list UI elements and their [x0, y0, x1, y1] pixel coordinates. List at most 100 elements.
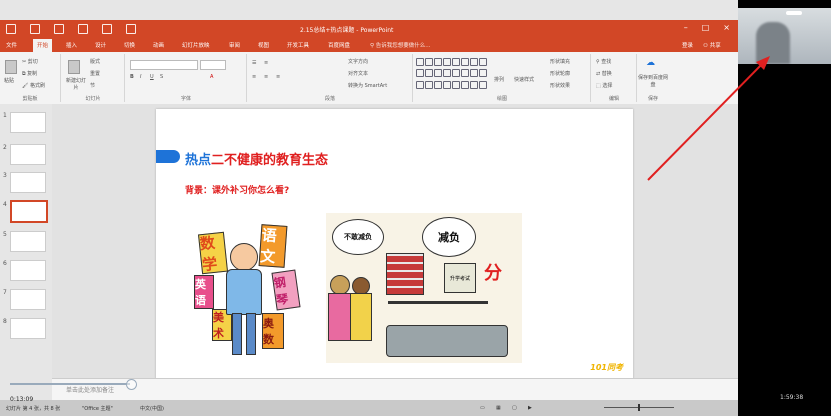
save-baidu-button[interactable]: 保存到百度网盘 [638, 74, 668, 88]
tell-me-search[interactable]: ⚲ 告诉我您想要做什么... [370, 41, 431, 49]
font-size-field[interactable] [200, 60, 226, 70]
group-drawing: 排列 快速样式 形状填充 形状轮廓 形状效果 绘图 [414, 54, 591, 102]
new-slide-label[interactable]: 新建幻灯片 [64, 77, 88, 91]
find-button[interactable]: ⚲ 查找 [596, 58, 611, 65]
slide-thumbnail[interactable] [10, 112, 46, 133]
parent-body [328, 293, 352, 341]
redo-icon[interactable] [78, 24, 88, 34]
shape-fill-button[interactable]: 形状填充 [550, 58, 570, 65]
reset-button[interactable]: 重置 [90, 70, 100, 77]
student-head [230, 243, 258, 271]
slideshow-icon[interactable]: ▶ [528, 405, 532, 411]
notes-pane[interactable]: 单击此处添加备注 [52, 378, 738, 401]
align-right-icon[interactable]: ≡ [276, 74, 280, 80]
slide-thumbnail[interactable] [10, 289, 46, 310]
slide-heading[interactable]: 热点二不健康的教育生态 [185, 149, 328, 168]
format-painter-button[interactable]: 🖌 格式刷 [22, 82, 45, 89]
shape-outline-button[interactable]: 形状轮廓 [550, 70, 570, 77]
shape-effects-button[interactable]: 形状效果 [550, 82, 570, 89]
group-save: ☁ 保存到百度网盘 保存 [638, 54, 668, 102]
tab-animations[interactable]: 动画 [153, 41, 164, 49]
tab-slideshow[interactable]: 幻灯片放映 [182, 41, 210, 49]
normal-view-icon[interactable]: ▭ [480, 405, 485, 411]
italic-icon[interactable]: I [140, 74, 141, 80]
thumb-number: 7 [3, 289, 7, 296]
reading-view-icon[interactable]: ▢ [512, 405, 517, 411]
copy-button[interactable]: ⧉ 复制 [22, 70, 37, 77]
slide-sorter-icon[interactable]: ▦ [496, 405, 501, 411]
tab-developer[interactable]: 开发工具 [287, 41, 309, 49]
layout-button[interactable]: 版式 [90, 58, 100, 65]
tab-review[interactable]: 审阅 [229, 41, 240, 49]
save-icon[interactable] [6, 24, 16, 34]
select-button[interactable]: ⬚ 选择 [596, 82, 612, 89]
webcam-person [756, 22, 790, 64]
cut-label: 剪切 [27, 59, 38, 65]
card-piano: 钢琴 [271, 269, 301, 311]
slide-thumbnail[interactable] [10, 318, 46, 339]
tab-file[interactable]: 文件 [6, 41, 17, 49]
present-icon[interactable] [102, 24, 112, 34]
tab-transitions[interactable]: 切换 [124, 41, 135, 49]
tab-design[interactable]: 设计 [95, 41, 106, 49]
bullets-icon[interactable]: ☰ [252, 60, 256, 66]
zoom-slider[interactable] [604, 404, 674, 411]
maximize-icon[interactable]: □ [702, 23, 710, 32]
cartoon-tired-student[interactable]: 数学 语文 英语 钢琴 美术 奥数 [194, 213, 304, 361]
video-total-time: 1:59:38 [780, 394, 804, 401]
undo-icon[interactable] [54, 24, 64, 34]
customize-icon[interactable] [126, 24, 136, 34]
tab-view[interactable]: 视图 [258, 41, 269, 49]
shapes-gallery[interactable] [416, 58, 487, 90]
minimize-icon[interactable]: – [684, 23, 688, 32]
slide-canvas[interactable]: 热点二不健康的教育生态 背景：课外补习你怎么看? 数学 语文 英语 钢琴 美术 … [156, 109, 633, 379]
font-color-icon[interactable]: A [210, 74, 213, 80]
align-center-icon[interactable]: ≡ [264, 74, 268, 80]
replace-button[interactable]: ⇄ 替换 [596, 70, 612, 77]
cartoon-burden-reduction[interactable]: 不敢减负 减负 升学考试 分 [326, 213, 522, 363]
arrange-button[interactable]: 排列 [494, 76, 504, 83]
underline-icon[interactable]: U [150, 74, 154, 80]
quick-styles-button[interactable]: 快速样式 [514, 76, 534, 83]
slide-thumbnail-selected[interactable] [10, 200, 48, 223]
new-slide-icon[interactable] [68, 60, 80, 74]
close-icon[interactable]: × [723, 23, 730, 32]
slide-thumbnail[interactable] [10, 144, 46, 165]
group-paragraph: ☰ ≡ ≡ ≡ ≡ 文字方向 对齐文本 转换为 SmartArt 段落 [248, 54, 413, 102]
heading-accent-bar [156, 150, 180, 163]
thumb-number: 3 [3, 172, 7, 179]
smartart-button[interactable]: 转换为 SmartArt [348, 82, 387, 89]
font-name-field[interactable] [130, 60, 198, 70]
slide-thumbnail[interactable] [10, 231, 46, 252]
window-title: 2.15总结+热点课题 - PowerPoint [300, 27, 394, 34]
slide-thumbnail[interactable] [10, 172, 46, 193]
baidu-cloud-icon[interactable]: ☁ [646, 58, 655, 68]
numbering-icon[interactable]: ≡ [264, 60, 268, 66]
slide-subtitle[interactable]: 背景：课外补习你怎么看? [185, 183, 289, 196]
share-button[interactable]: ⚇ 共享 [703, 41, 721, 49]
section-button[interactable]: 节 [90, 82, 95, 89]
bubble-dare-not: 不敢减负 [332, 219, 384, 255]
open-icon[interactable] [30, 24, 40, 34]
scale-beam [388, 301, 488, 304]
bold-icon[interactable]: B [130, 74, 134, 80]
text-direction-button[interactable]: 文字方向 [348, 58, 368, 65]
book-stack-icon [386, 253, 424, 295]
paste-icon[interactable] [5, 60, 17, 74]
tab-home[interactable]: 开始 [33, 39, 53, 52]
strikethrough-icon[interactable]: S [160, 74, 163, 80]
student-body [226, 269, 262, 315]
language-indicator[interactable]: 中文(中国) [140, 405, 164, 412]
tab-baidu[interactable]: 百度网盘 [328, 41, 350, 49]
card-olympiad-math: 奥数 [262, 313, 284, 349]
align-left-icon[interactable]: ≡ [252, 74, 256, 80]
slide-thumbnail[interactable] [10, 260, 46, 281]
align-text-button[interactable]: 对齐文本 [348, 70, 368, 77]
paste-label[interactable]: 粘贴 [4, 77, 14, 84]
tab-insert[interactable]: 插入 [66, 41, 77, 49]
student-leg [246, 313, 256, 355]
login-link[interactable]: 登录 [682, 41, 693, 49]
copy-label: 复制 [27, 71, 38, 77]
exam-sign: 升学考试 [444, 263, 476, 293]
cut-button[interactable]: ✂ 剪切 [22, 58, 38, 65]
